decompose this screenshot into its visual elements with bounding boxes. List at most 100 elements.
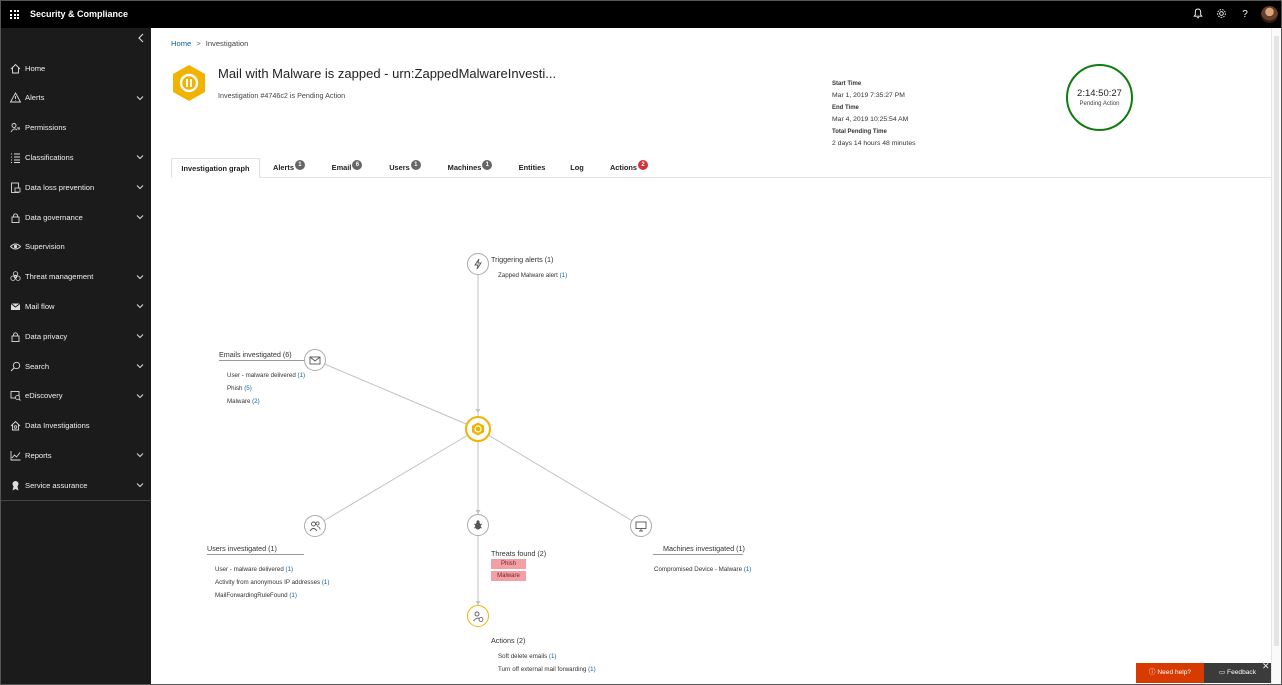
sidebar-item-mail-flow[interactable]: Mail flow: [1, 295, 151, 317]
tab-machines[interactable]: Machines 1: [441, 158, 499, 178]
triggering-alerts-title: Triggering alerts (1): [491, 255, 554, 264]
chevron-down-icon[interactable]: [136, 362, 144, 370]
close-icon[interactable]: ✕: [1262, 661, 1270, 672]
chevron-down-icon[interactable]: [136, 213, 144, 221]
sidebar-item-label: Data loss prevention: [25, 182, 95, 192]
emails-underline: [219, 360, 304, 361]
chevron-down-icon[interactable]: [136, 332, 144, 340]
sidebar-item-label: Mail flow: [25, 301, 55, 311]
email-item[interactable]: Phish (5): [227, 385, 252, 392]
user-item[interactable]: MailForwardingRuleFound (1): [215, 592, 297, 599]
total-pending-value: 2 days 14 hours 48 minutes: [832, 140, 916, 147]
sidebar-item-data-loss-prevention[interactable]: Data loss prevention: [1, 176, 151, 198]
sidebar-item-supervision[interactable]: Supervision: [1, 236, 151, 258]
chevron-down-icon[interactable]: [136, 392, 144, 400]
sidebar-item-data-investigations[interactable]: Data Investigations: [1, 415, 151, 437]
action-item[interactable]: Soft delete emails (1): [498, 653, 556, 660]
help-icon[interactable]: ?: [1238, 8, 1252, 22]
sidebar-item-data-governance[interactable]: Data governance: [1, 206, 151, 228]
sidebar-item-permissions[interactable]: Permissions: [1, 117, 151, 139]
email-item[interactable]: Malware (2): [227, 398, 260, 405]
user-item[interactable]: User - malware delivered (1): [215, 566, 293, 573]
feedback-label: Feedback: [1227, 669, 1257, 676]
search-icon: [10, 361, 21, 371]
chevron-down-icon[interactable]: [136, 481, 144, 489]
users-node[interactable]: [304, 515, 326, 537]
vertical-scrollbar[interactable]: [1271, 28, 1281, 684]
chevron-down-icon[interactable]: [136, 94, 144, 102]
permissions-icon: [10, 123, 20, 133]
item-text: Turn off external mail forwarding: [498, 666, 587, 673]
investigation-status: Investigation #4746c2 is Pending Action: [218, 91, 346, 100]
machine-item[interactable]: Compromised Device - Malware (1): [654, 566, 751, 573]
item-count: (1): [559, 272, 568, 279]
breadcrumb-home-link[interactable]: Home: [171, 39, 191, 48]
gear-icon[interactable]: [1214, 8, 1228, 22]
actions-node[interactable]: [467, 605, 489, 627]
users-underline: [207, 554, 304, 555]
app-launcher-icon[interactable]: [10, 10, 19, 19]
sidebar-item-home[interactable]: Home: [1, 57, 151, 79]
tab-actions[interactable]: Actions 2: [603, 158, 655, 178]
bell-icon[interactable]: [1191, 8, 1205, 22]
sidebar-item-data-privacy[interactable]: Data privacy: [1, 325, 151, 347]
threat-tag-malware[interactable]: Malware: [491, 571, 526, 581]
threats-node[interactable]: [467, 514, 489, 536]
need-help-button[interactable]: ⓘ Need help?: [1136, 663, 1204, 683]
threat-tag-phish[interactable]: Phish: [491, 559, 526, 569]
sidebar-item-label: Data governance: [25, 212, 83, 222]
ediscovery-icon: [10, 391, 21, 402]
chevron-down-icon[interactable]: [136, 183, 144, 191]
home-icon: [10, 63, 21, 73]
app-title[interactable]: Security & Compliance: [30, 9, 128, 19]
tab-investigation-graph[interactable]: Investigation graph: [171, 158, 260, 178]
sidebar-item-label: Data privacy: [25, 331, 68, 341]
collapse-nav-icon[interactable]: [135, 33, 147, 45]
chevron-down-icon[interactable]: [136, 273, 144, 281]
sidebar-item-search[interactable]: Search: [1, 355, 151, 377]
item-count: (2): [252, 398, 260, 405]
feedback-button[interactable]: ▭ Feedback: [1204, 663, 1271, 683]
sidebar: Home Alerts Permissions Classifications Data…: [1, 28, 151, 684]
sidebar-item-service-assurance[interactable]: Service assurance: [1, 474, 151, 496]
mail-icon: [10, 303, 21, 310]
top-bar: Security & Compliance ?: [1, 1, 1281, 28]
sidebar-item-label: Service assurance: [25, 480, 88, 490]
machines-node[interactable]: [630, 515, 652, 537]
item-count: (1): [285, 566, 294, 573]
chevron-down-icon[interactable]: [136, 302, 144, 310]
user-item[interactable]: Activity from anonymous IP addresses (1): [215, 579, 329, 586]
tab-entities[interactable]: Entities: [511, 158, 553, 178]
tab-badge: 1: [294, 160, 305, 170]
tab-label: Entities: [518, 163, 546, 172]
email-item[interactable]: User - malware delivered (1): [227, 372, 305, 379]
sidebar-item-alerts[interactable]: Alerts: [1, 87, 151, 109]
start-time-label: Start Time: [832, 81, 862, 87]
avatar[interactable]: [1261, 6, 1278, 23]
sidebar-item-reports[interactable]: Reports: [1, 444, 151, 466]
tab-log[interactable]: Log: [563, 158, 591, 178]
chevron-down-icon[interactable]: [136, 153, 144, 161]
sidebar-item-classifications[interactable]: Classifications: [1, 146, 151, 168]
tab-email[interactable]: Email 6: [323, 158, 371, 178]
machines-title: Machines investigated (1): [663, 544, 745, 553]
action-item[interactable]: Turn off external mail forwarding (1): [498, 666, 596, 673]
investigation-center-node[interactable]: [465, 416, 491, 442]
tab-alerts[interactable]: Alerts 1: [265, 158, 313, 178]
help-circle-icon: ⓘ: [1148, 669, 1156, 676]
sidebar-item-ediscovery[interactable]: eDiscovery: [1, 385, 151, 407]
need-help-label: Need help?: [1157, 669, 1192, 676]
breadcrumb: Home > Investigation: [171, 39, 248, 48]
chevron-down-icon[interactable]: [136, 451, 144, 459]
sidebar-item-threat-management[interactable]: Threat management: [1, 266, 151, 288]
triggering-alert-item[interactable]: Zapped Malware alert (1): [498, 272, 567, 279]
item-count: (1): [743, 566, 752, 573]
scrollbar-thumb[interactable]: [1274, 36, 1279, 646]
emails-node[interactable]: [304, 349, 326, 371]
edge-machines: [477, 428, 642, 527]
sidebar-item-label: Reports: [25, 450, 52, 460]
sidebar-item-label: Threat management: [25, 272, 94, 282]
triggering-alerts-node[interactable]: [467, 253, 489, 275]
tab-users[interactable]: Users 1: [381, 158, 429, 178]
tab-label: Machines: [447, 163, 482, 172]
